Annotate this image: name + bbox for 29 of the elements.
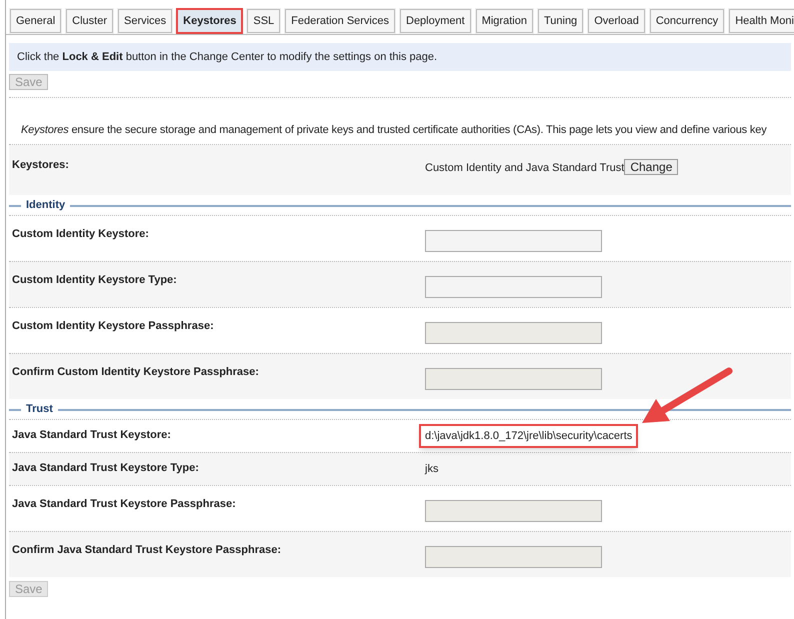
tab[interactable]: Health Moni <box>728 8 794 34</box>
field-value: d:\java\jdk1.8.0_172\jre\lib\security\cacerts <box>419 424 638 448</box>
tab[interactable]: Cluster <box>65 8 114 34</box>
tab[interactable]: Keystores <box>176 8 244 34</box>
tab[interactable]: Overload <box>587 8 646 34</box>
description-text: Keystores ensure the secure storage and management of private keys and trusted certificate authorities (CAs). This page lets you view and define various key <box>21 124 767 136</box>
field-label: Confirm Custom Identity Keystore Passphrase: <box>11 364 260 380</box>
info-message: Click the Lock & Edit button in the Change Center to modify the settings on this page. <box>9 43 791 71</box>
section-title: Identity <box>25 198 66 214</box>
tab[interactable]: Services <box>116 8 174 34</box>
field-label: Keystores: <box>11 158 70 172</box>
field-label: Confirm Java Standard Trust Keystore Passphrase: <box>11 542 282 558</box>
tab[interactable]: General <box>9 8 62 34</box>
tab[interactable]: Concurrency <box>648 8 726 34</box>
field-value: Custom Identity and Java Standard Trust <box>425 160 624 176</box>
field-value: jks <box>424 462 440 476</box>
tab[interactable]: SSL <box>246 8 282 34</box>
field-label: Custom Identity Keystore: <box>11 226 150 242</box>
field-label: Java Standard Trust Keystore Passphrase: <box>11 496 237 512</box>
tab[interactable]: Federation Services <box>284 8 396 34</box>
tab[interactable]: Deployment <box>399 8 472 34</box>
section-title: Trust <box>25 402 54 418</box>
tab[interactable]: Migration <box>474 8 534 34</box>
change-button[interactable]: Change <box>624 158 678 174</box>
field-label: Custom Identity Keystore Passphrase: <box>11 318 215 334</box>
tab[interactable]: Tuning <box>536 8 584 34</box>
field-label: Java Standard Trust Keystore: <box>11 428 172 444</box>
field-label: Java Standard Trust Keystore Type: <box>11 461 200 476</box>
field-label: Custom Identity Keystore Type: <box>11 272 178 288</box>
